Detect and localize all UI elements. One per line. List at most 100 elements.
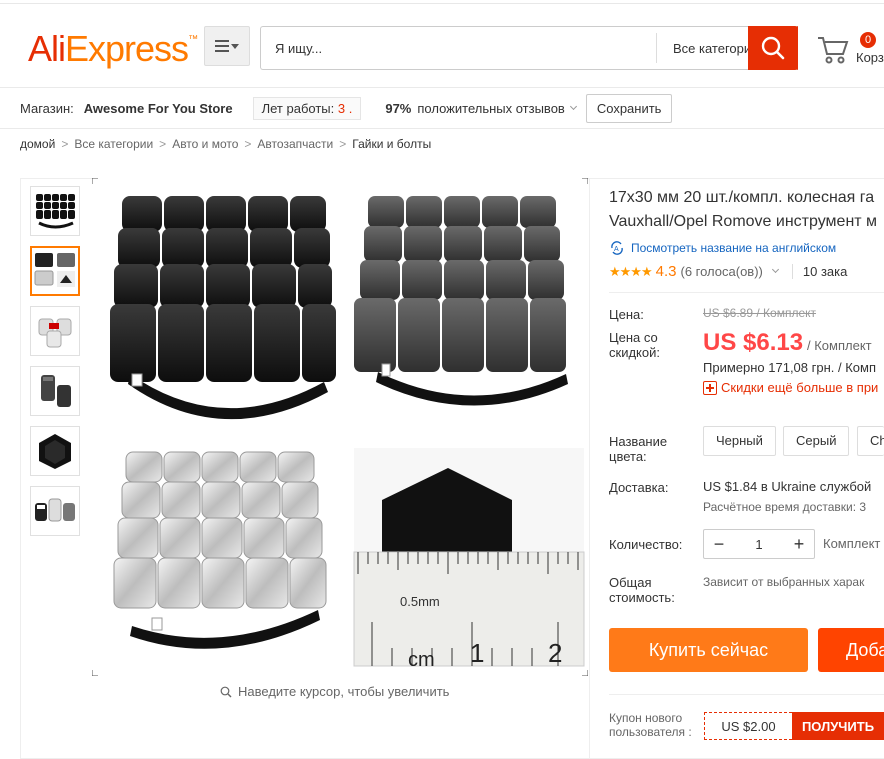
breadcrumb-all-categories[interactable]: Все категории (74, 137, 153, 151)
rating-value: 4.3 (655, 263, 677, 280)
store-years-label: Лет работы: (261, 100, 335, 116)
quantity-decrease-button[interactable]: − (710, 534, 728, 554)
hamburger-icon (215, 40, 229, 52)
breadcrumb-separator: > (61, 137, 69, 151)
aliexpress-logo[interactable]: AliExpress™ (28, 28, 198, 70)
store-label: Магазин: (20, 100, 74, 116)
delivery-label: Доставка: (609, 480, 669, 495)
ruler-mark-1: 1 (470, 638, 484, 668)
thumbnail-silver-caps[interactable] (30, 306, 80, 356)
ruler-mark-2: 2 (548, 638, 562, 668)
total-label: Общая стоимость: (609, 575, 675, 605)
translate-title-link[interactable]: A Посмотреть название на английском (609, 240, 836, 256)
cart-icon (818, 37, 849, 64)
breadcrumb-separator: > (159, 137, 167, 151)
product-photo: 0.5mm cm 1 2 (91, 177, 589, 677)
rating-row: ★★★★ 4.3 (6 голоса(ов)) 10 зака (609, 263, 847, 280)
caret-down-icon (231, 43, 239, 49)
color-label: Название цвета: (609, 434, 667, 464)
discount-price: US $6.13 (703, 329, 804, 356)
breadcrumb-nuts-bolts[interactable]: Гайки и болты (352, 137, 431, 151)
more-discounts-text: Скидки ещё больше в при (721, 380, 879, 395)
search-button[interactable] (748, 26, 798, 70)
zoom-hint-text: Наведите курсор, чтобы увеличить (238, 684, 450, 699)
product-title-line-2: Vauxhall/Opel Romove инструмент м (609, 213, 878, 230)
more-discounts-link[interactable]: Скидки ещё больше в при (703, 380, 878, 395)
feedback-label[interactable]: положительных отзывов (417, 101, 564, 116)
black-caps-image (36, 194, 75, 229)
get-coupon-button[interactable]: ПОЛУЧИТЬ (792, 712, 884, 740)
thumbnail-black-caps[interactable] (30, 186, 80, 236)
total-label-line-1: Общая (609, 575, 652, 590)
quantity-value[interactable]: 1 (755, 537, 762, 552)
color-label-line-2: цвета: (609, 449, 647, 464)
store-name-link[interactable]: Awesome For You Store (84, 101, 233, 116)
discount-price-label-line-2: скидкой: (609, 345, 660, 360)
buy-now-button[interactable]: Купить сейчас (609, 628, 808, 672)
search-icon (761, 36, 785, 60)
silver-caps-image (38, 318, 72, 348)
store-years-badge: Лет работы: 3 . (252, 96, 362, 120)
quantity-label: Количество: (609, 537, 683, 552)
color-option-black[interactable]: Черный (703, 426, 776, 456)
thumbnail-single-cap[interactable] (30, 366, 80, 416)
delivery-time: Расчётное время доставки: 3 (703, 500, 867, 514)
orders-count: 10 зака (791, 264, 847, 279)
chevron-down-icon[interactable] (771, 265, 779, 274)
total-value: Зависит от выбранных харак (703, 575, 865, 589)
logo-express: Express (65, 28, 189, 69)
cart-count-badge: 0 (860, 32, 877, 48)
breadcrumb-separator: > (244, 137, 252, 151)
thumbnail-four-variants[interactable] (30, 246, 80, 296)
thumbnail-hex-cap[interactable] (30, 426, 80, 476)
translate-icon: A (611, 241, 623, 255)
categories-menu-button[interactable] (204, 26, 250, 66)
cart-label: Корз (856, 50, 884, 65)
color-option-chrome[interactable]: Ch (857, 426, 884, 456)
translate-title-text: Посмотреть название на английском (631, 241, 837, 255)
color-label-line-1: Название (609, 434, 668, 449)
product-title: 17x30 мм 20 шт./компл. колесная га Vauxh… (609, 186, 884, 234)
product-title-line-1: 17x30 мм 20 шт./компл. колесная га (609, 189, 875, 206)
price-label: Цена: (609, 307, 644, 322)
mixed-caps-image (35, 498, 75, 522)
cart-link[interactable]: 0 Корз (816, 32, 884, 74)
store-bar: Магазин: Awesome For You Store Лет работ… (0, 88, 884, 129)
quantity-stepper: − 1 + (703, 529, 815, 559)
search-input[interactable] (261, 27, 656, 69)
thumbnail-mixed-caps[interactable] (30, 486, 80, 536)
breadcrumb: домой > Все категории > Авто и мото > Ав… (20, 137, 431, 151)
zoom-hint: Наведите курсор, чтобы увеличить (220, 684, 449, 699)
coupon-value: US $2.00 (704, 712, 792, 740)
quantity-unit: Комплект (823, 536, 881, 551)
price-unit: / Комплект (807, 338, 872, 353)
chevron-down-icon[interactable] (569, 102, 577, 111)
search-category-label: Все категории (673, 40, 759, 56)
discount-price-label: Цена со скидкой: (609, 330, 660, 360)
search-box: Все категории (260, 26, 798, 70)
breadcrumb-auto-moto[interactable]: Авто и мото (172, 137, 238, 151)
old-price: US $6.89 / Комплект (703, 306, 817, 320)
quantity-increase-button[interactable]: + (790, 534, 808, 554)
ruler-unit-label: cm (408, 649, 435, 671)
breadcrumb-separator: > (339, 137, 347, 151)
divider (609, 292, 884, 293)
add-to-cart-button[interactable]: Доба (818, 628, 884, 672)
delivery-value[interactable]: US $1.84 в Ukraine службой (703, 479, 871, 494)
total-label-line-2: стоимость: (609, 590, 675, 605)
thumbnail-list (30, 186, 82, 546)
breadcrumb-auto-parts[interactable]: Автозапчасти (257, 137, 333, 151)
color-option-grey[interactable]: Серый (783, 426, 850, 456)
breadcrumb-home[interactable]: домой (20, 137, 55, 151)
feedback-percent: 97% (385, 100, 412, 116)
logo-ali: Ali (28, 28, 66, 69)
hex-cap-image (39, 434, 71, 469)
main-product-image[interactable]: 0.5mm cm 1 2 (91, 177, 589, 677)
rating-votes-link[interactable]: (6 голоса(ов)) (680, 264, 762, 279)
save-store-button[interactable]: Сохранить (585, 93, 673, 123)
rating-stars-icon: ★★★★ (609, 263, 653, 279)
logo-trademark: ™ (188, 34, 198, 45)
svg-text:A: A (614, 246, 619, 253)
coupon-label: Купон нового пользователя : (609, 711, 692, 739)
single-cap-image (41, 375, 71, 407)
